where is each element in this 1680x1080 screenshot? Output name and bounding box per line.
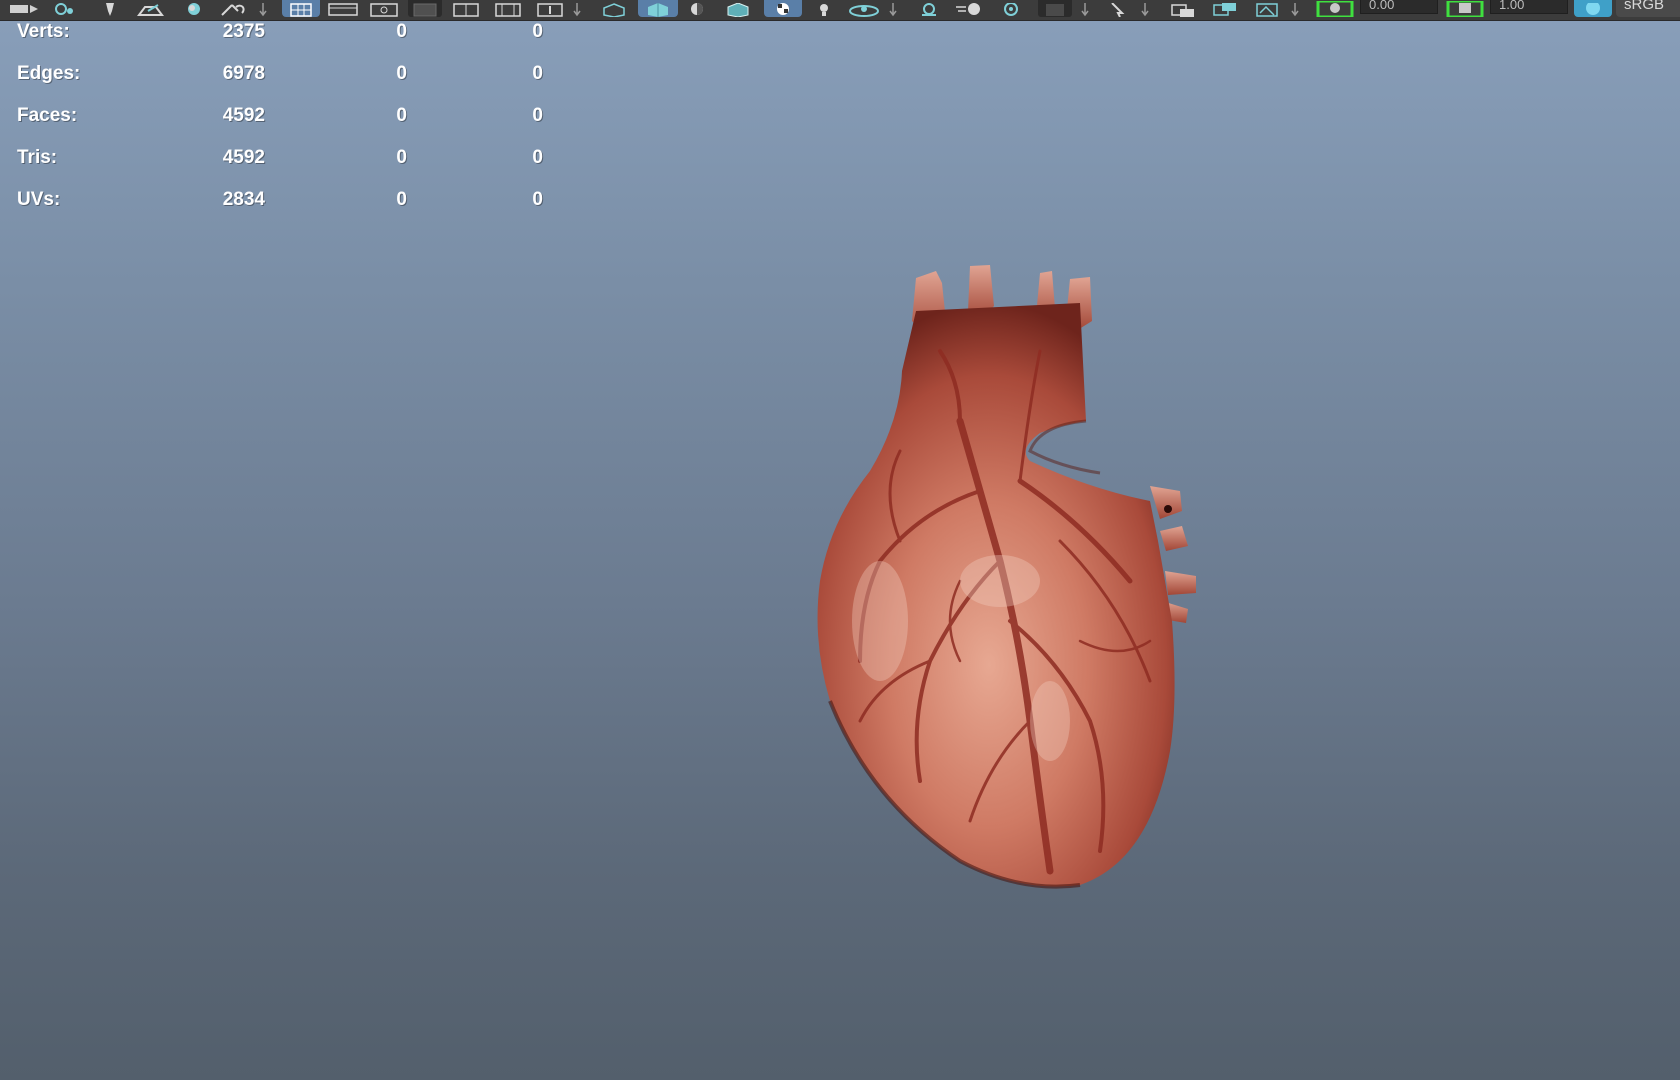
pin-icon[interactable]	[98, 0, 122, 17]
resolution-gate-icon[interactable]	[368, 0, 400, 17]
camera-attributes-icon[interactable]	[1168, 0, 1198, 17]
isolate-select-icon[interactable]	[996, 0, 1026, 17]
gamma-icon[interactable]	[1446, 0, 1484, 17]
wireframe-on-shaded-icon[interactable]	[722, 0, 754, 17]
separator-icon	[1290, 0, 1300, 17]
gamma-field[interactable]: 1.00	[1490, 0, 1568, 14]
color-management-icon[interactable]	[1574, 0, 1612, 17]
separator-icon	[888, 0, 898, 17]
xray-joints-icon[interactable]	[1104, 0, 1134, 17]
ambient-occlusion-icon[interactable]	[914, 0, 944, 17]
smooth-shade-icon[interactable]	[638, 0, 678, 17]
viewport-toolbar: 0.00 1.00 sRGB	[0, 0, 1680, 21]
separator-icon	[1080, 0, 1090, 17]
shadows-icon[interactable]	[846, 0, 882, 17]
paint-select-icon[interactable]	[136, 0, 166, 17]
film-gate-icon[interactable]	[326, 0, 360, 17]
textured-icon[interactable]	[764, 0, 802, 17]
bookmark-icon[interactable]	[1210, 0, 1240, 17]
3d-viewport[interactable]: Verts: 2375 0 0 Edges: 6978 0 0 Faces: 4…	[0, 21, 1680, 1080]
pulmonary-vein-3	[1165, 571, 1196, 595]
soft-select-icon[interactable]	[50, 0, 76, 17]
xray-icon[interactable]	[1038, 0, 1072, 17]
exposure-icon[interactable]	[1316, 0, 1354, 17]
field-chart-icon[interactable]	[450, 0, 482, 17]
sculpt-icon[interactable]	[178, 0, 210, 17]
exposure-field[interactable]: 0.00	[1360, 0, 1438, 14]
use-lights-icon[interactable]	[812, 0, 836, 17]
pulmonary-vein-2	[1160, 526, 1188, 551]
safe-action-icon[interactable]	[492, 0, 524, 17]
heart-model[interactable]	[0, 21, 1680, 1080]
lighting-icon[interactable]	[682, 0, 712, 17]
move-tool-icon[interactable]	[8, 0, 44, 17]
grid-icon[interactable]	[282, 0, 320, 17]
lasso-icon[interactable]	[218, 0, 248, 17]
separator-icon	[572, 0, 582, 17]
pulmonary-vein-1	[1150, 486, 1182, 519]
view-transform-dropdown[interactable]: sRGB	[1616, 0, 1680, 17]
motion-blur-icon[interactable]	[954, 0, 988, 17]
image-plane-icon[interactable]	[1252, 0, 1282, 17]
wireframe-icon[interactable]	[598, 0, 630, 17]
separator-icon	[1140, 0, 1150, 17]
separator-icon	[258, 0, 268, 17]
safe-title-icon[interactable]	[534, 0, 566, 17]
gate-mask-icon[interactable]	[408, 0, 442, 17]
